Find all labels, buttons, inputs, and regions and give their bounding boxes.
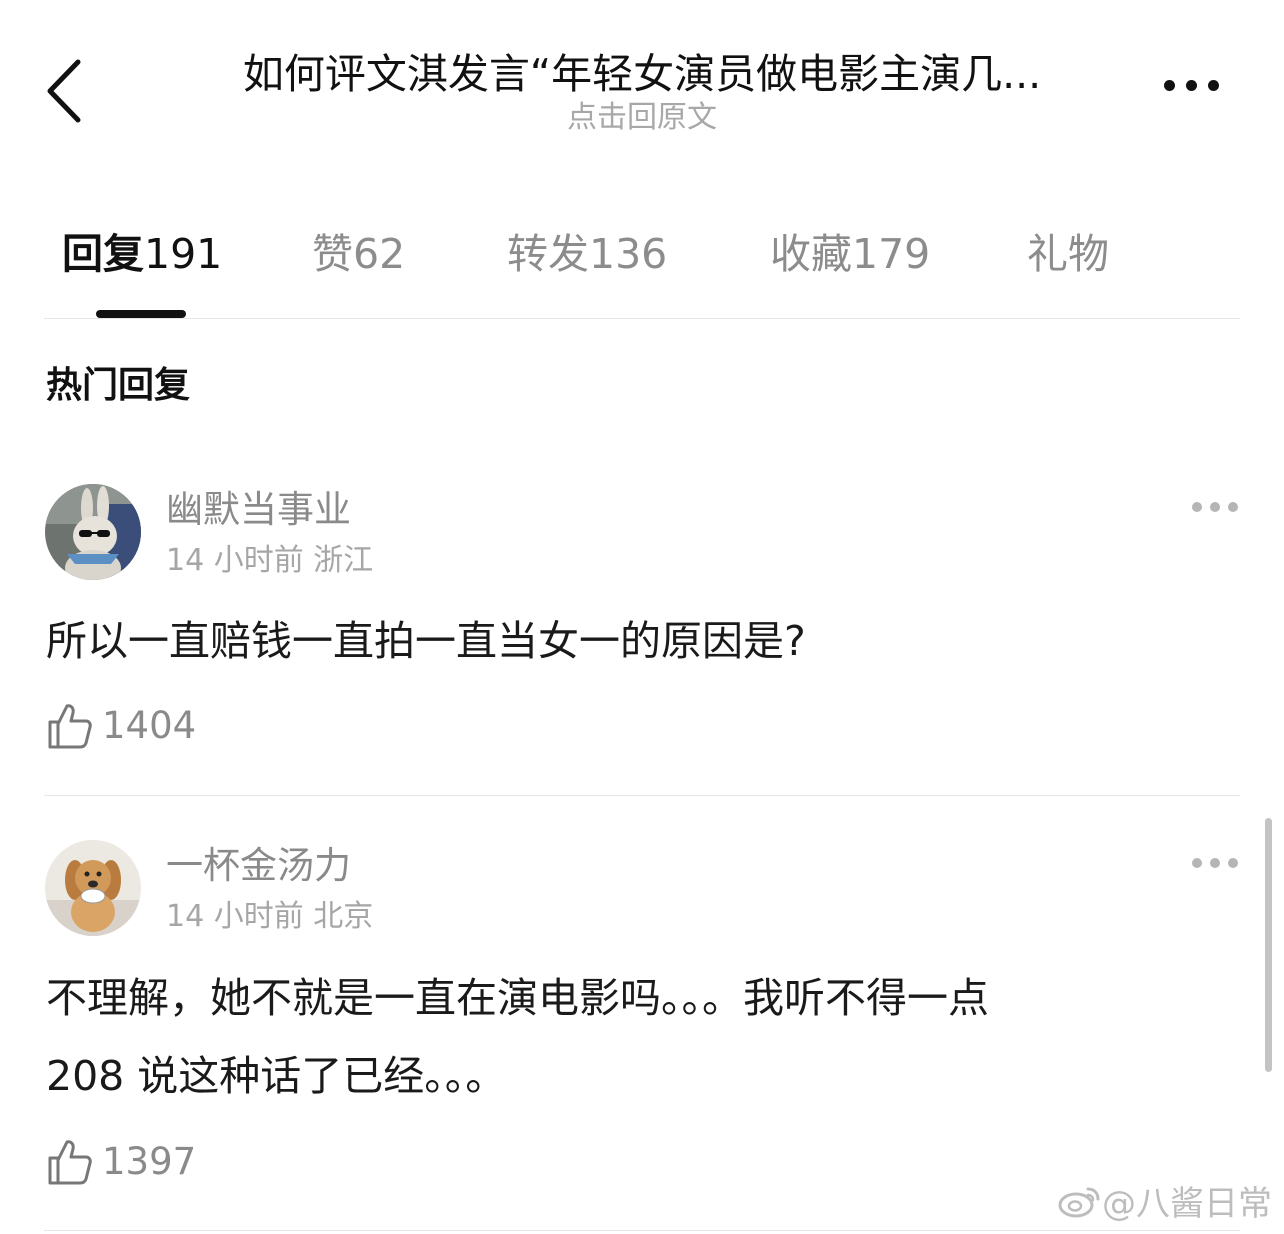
active-tab-indicator [96,310,186,318]
comment-divider [44,795,1240,796]
like-button[interactable] [47,1138,93,1186]
comment-more-button[interactable] [1192,502,1238,514]
section-title: 热门回复 [46,365,191,406]
comment-username[interactable]: 幽默当事业 [166,485,351,535]
chevron-left-icon [47,59,81,123]
thumbs-up-icon [48,704,92,749]
comment-meta: 14 小时前 浙江 [166,543,374,578]
avatar[interactable] [45,840,141,936]
comment-divider [44,1230,1240,1231]
like-count: 1397 [102,1140,197,1183]
comment-username[interactable]: 一杯金汤力 [166,841,351,891]
tab-favorites[interactable]: 收藏179 [770,224,930,284]
more-menu-button[interactable] [1160,80,1226,100]
tabs-divider [44,318,1240,319]
weibo-logo-icon [1058,1187,1100,1218]
more-dots-icon [1164,80,1175,91]
like-button[interactable] [47,702,93,750]
back-to-original-link[interactable]: 点击回原文 [150,98,1134,138]
tab-replies[interactable]: 回复191 [62,224,222,284]
avatar[interactable] [45,484,141,580]
scrollbar[interactable] [1265,818,1272,1072]
watermark: @八酱日常 [1058,1180,1272,1228]
puppy-avatar [45,840,141,936]
back-button[interactable] [40,58,90,124]
tab-likes[interactable]: 赞62 [312,224,405,284]
more-dots-icon [1192,502,1202,512]
comment-meta: 14 小时前 北京 [166,899,374,934]
comment-text: 不理解，她不就是一直在演电影吗。。。我听不得一点 208 说这种话了已经。。。 [46,974,989,1100]
comment-text: 所以一直赔钱一直拍一直当女一的原因是? [46,617,806,665]
rabbit-with-sunglasses-avatar [45,484,141,580]
tab-gifts[interactable]: 礼物 [1027,224,1109,284]
comment-more-button[interactable] [1192,858,1238,870]
more-dots-icon [1192,858,1202,868]
thumbs-up-icon [48,1140,92,1185]
tab-reposts[interactable]: 转发136 [507,224,667,284]
page-title: 如何评文淇发言“年轻女演员做电影主演几... [242,50,1042,98]
like-count: 1404 [102,704,197,747]
